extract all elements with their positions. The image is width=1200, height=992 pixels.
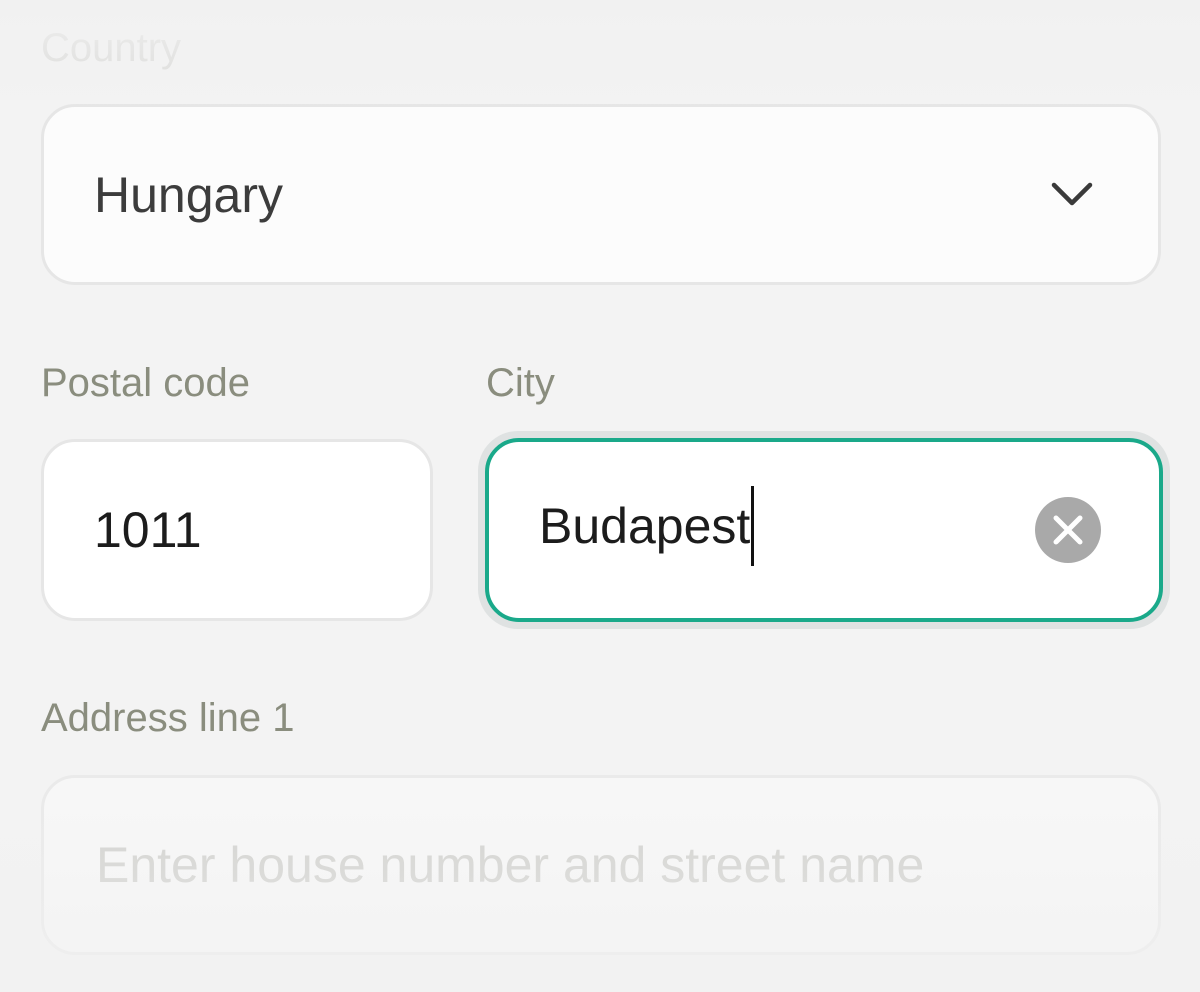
postal-code-value: 1011 — [94, 502, 202, 558]
address-line-1-placeholder: Enter house number and street name — [96, 837, 925, 893]
address-line-1-label: Address line 1 — [41, 696, 295, 740]
chevron-down-icon[interactable] — [1050, 181, 1094, 209]
city-label: City — [486, 361, 555, 405]
postal-code-label: Postal code — [41, 361, 251, 405]
close-icon — [1053, 515, 1083, 545]
clear-button[interactable] — [1035, 497, 1101, 563]
country-select[interactable]: Hungary — [41, 104, 1161, 285]
text-caret — [751, 486, 755, 566]
country-label: Country — [41, 26, 182, 70]
address-line-1-input[interactable]: Enter house number and street name — [41, 775, 1161, 955]
postal-code-input[interactable]: 1011 — [41, 439, 433, 621]
city-value-wrapper: Budapest — [539, 486, 755, 570]
city-input[interactable]: Budapest — [485, 438, 1163, 622]
city-value: Budapest — [539, 498, 751, 555]
country-selected-value: Hungary — [94, 166, 283, 223]
